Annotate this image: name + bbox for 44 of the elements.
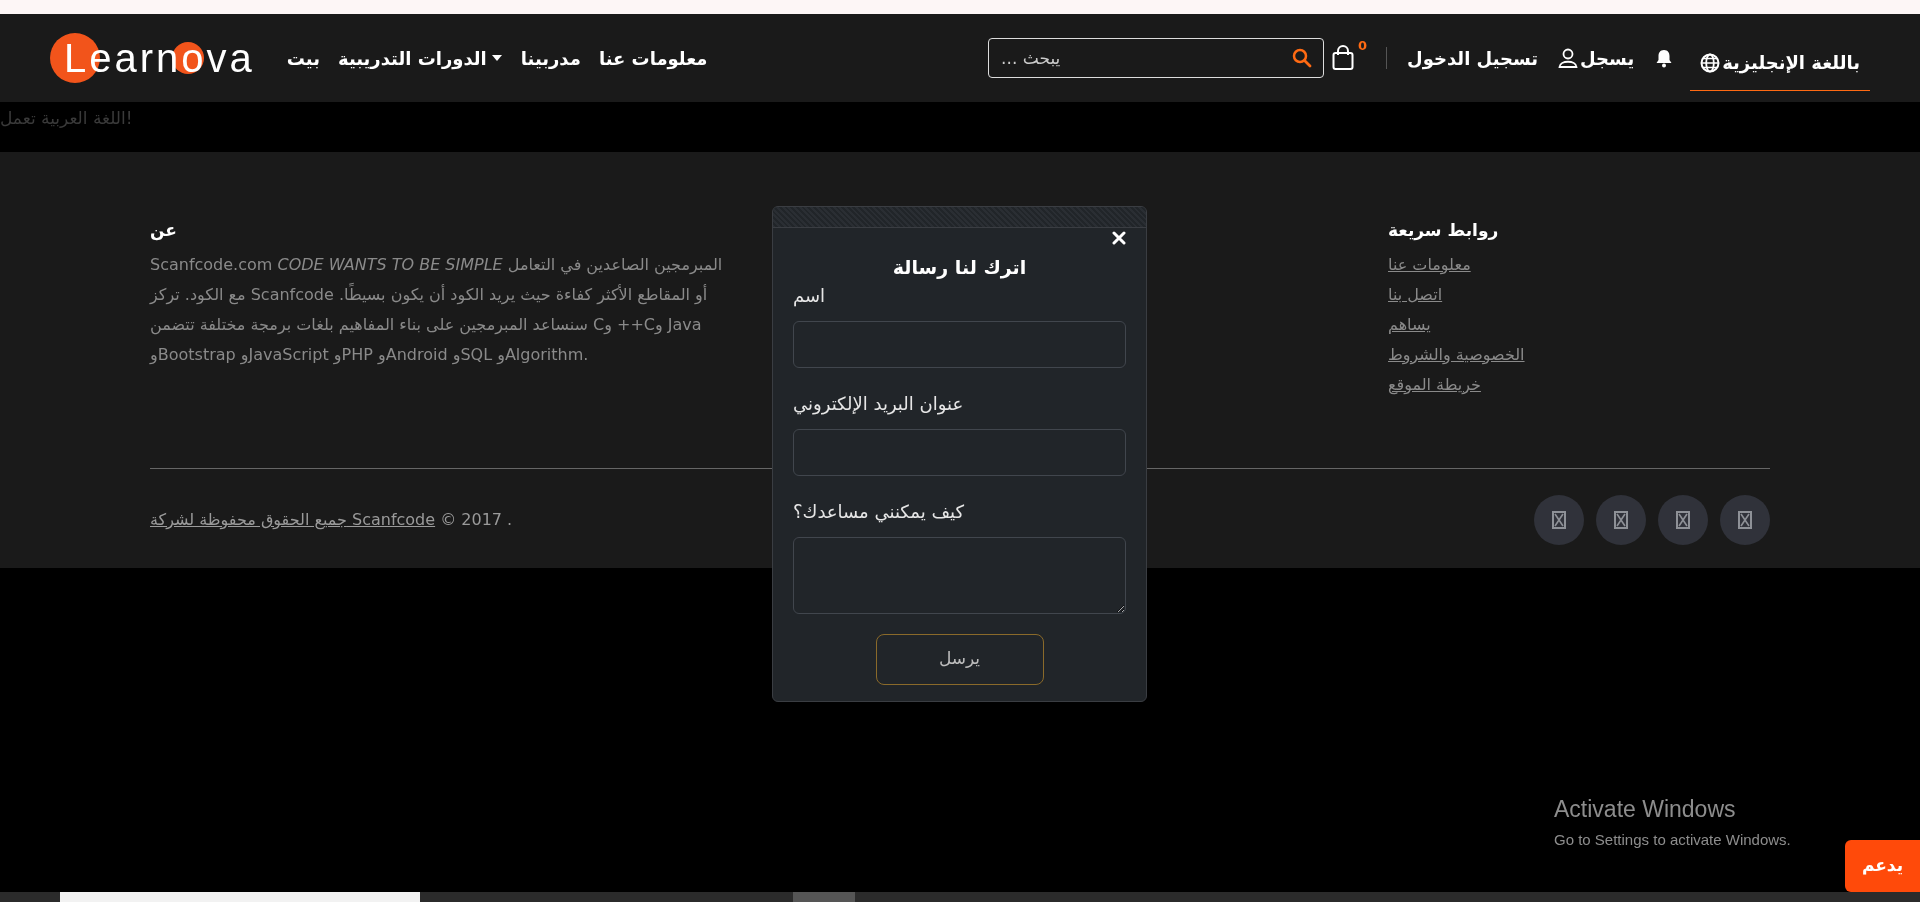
notice-text: اللغة العربية تعمل! — [0, 108, 133, 128]
field-label: كيف يمكنني مساعدك؟ — [793, 499, 965, 525]
activation-title: Activate Windows — [1554, 795, 1737, 824]
send-button[interactable]: يرسل — [875, 633, 1044, 685]
search-icon[interactable] — [1292, 48, 1313, 68]
social-link[interactable] — [1596, 495, 1646, 545]
nav-link[interactable]: مدربينا — [520, 44, 581, 72]
about-text-line: Java وC++ وC سنساعد المبرمجين على بناء المفاهيم بلغات برمجة مختلفة تتضمن — [150, 313, 702, 337]
activation-message: Go to Settings to activate Windows. — [1554, 829, 1791, 850]
about-heading: عن — [150, 219, 178, 243]
close-icon[interactable] — [1112, 231, 1126, 245]
footer-link[interactable]: معلومات عنا — [1388, 249, 1471, 280]
globe-icon — [1700, 52, 1721, 73]
footer-link[interactable]: يساهم — [1388, 309, 1431, 340]
user-icon — [1558, 48, 1579, 68]
quick-links-heading: روابط سريعة — [1388, 219, 1500, 243]
footer-link[interactable]: خريطة الموقع — [1388, 369, 1481, 400]
about-text-line: وBootstrap وJavaScript وPHP وAndroid وSQL وAlgorithm. — [150, 343, 589, 367]
input-field[interactable] — [793, 320, 1126, 368]
language-dropdown[interactable]: باللغة الإنجليزية — [1690, 35, 1870, 91]
footer-link[interactable]: الخصوصية والشروط — [1388, 339, 1525, 370]
about-text-line: أو المقاطع الأكثر كفاءة حيث يريد الكود أن يكون بسيطًا. Scanfcode مع الكود. تركز — [150, 282, 708, 307]
message-field[interactable] — [793, 536, 1126, 614]
social-link[interactable] — [1658, 495, 1708, 545]
search-field[interactable]: ... يبحث — [988, 38, 1325, 78]
box-x-icon — [1676, 511, 1690, 529]
field-label: عنوان البريد الإلكتروني — [793, 391, 964, 417]
footer-link[interactable]: اتصل بنا — [1388, 279, 1443, 310]
nav-link[interactable]: الدورات التدريبية — [337, 44, 503, 72]
box-x-icon — [1738, 511, 1752, 529]
input-field[interactable] — [793, 428, 1126, 476]
box-x-icon — [1614, 511, 1628, 529]
nav-link[interactable]: معلومات عنا — [598, 44, 708, 72]
register-link[interactable]: يسجل — [1558, 44, 1635, 72]
field-label: اسم — [793, 283, 826, 309]
social-link[interactable] — [1534, 495, 1584, 545]
box-x-icon — [1552, 511, 1566, 529]
dialog-title: اترك لنا رسالة — [891, 255, 1028, 281]
nav-link[interactable]: بيت — [286, 44, 320, 72]
social-link[interactable] — [1720, 495, 1770, 545]
login-link[interactable]: تسجيل الدخول — [1407, 44, 1539, 72]
company-link[interactable]: جميع الحقوق محفوظة لشركة Scanfcode — [150, 510, 436, 529]
shopping-bag-icon[interactable] — [1332, 45, 1355, 71]
cart-count: 0 — [1358, 37, 1368, 55]
